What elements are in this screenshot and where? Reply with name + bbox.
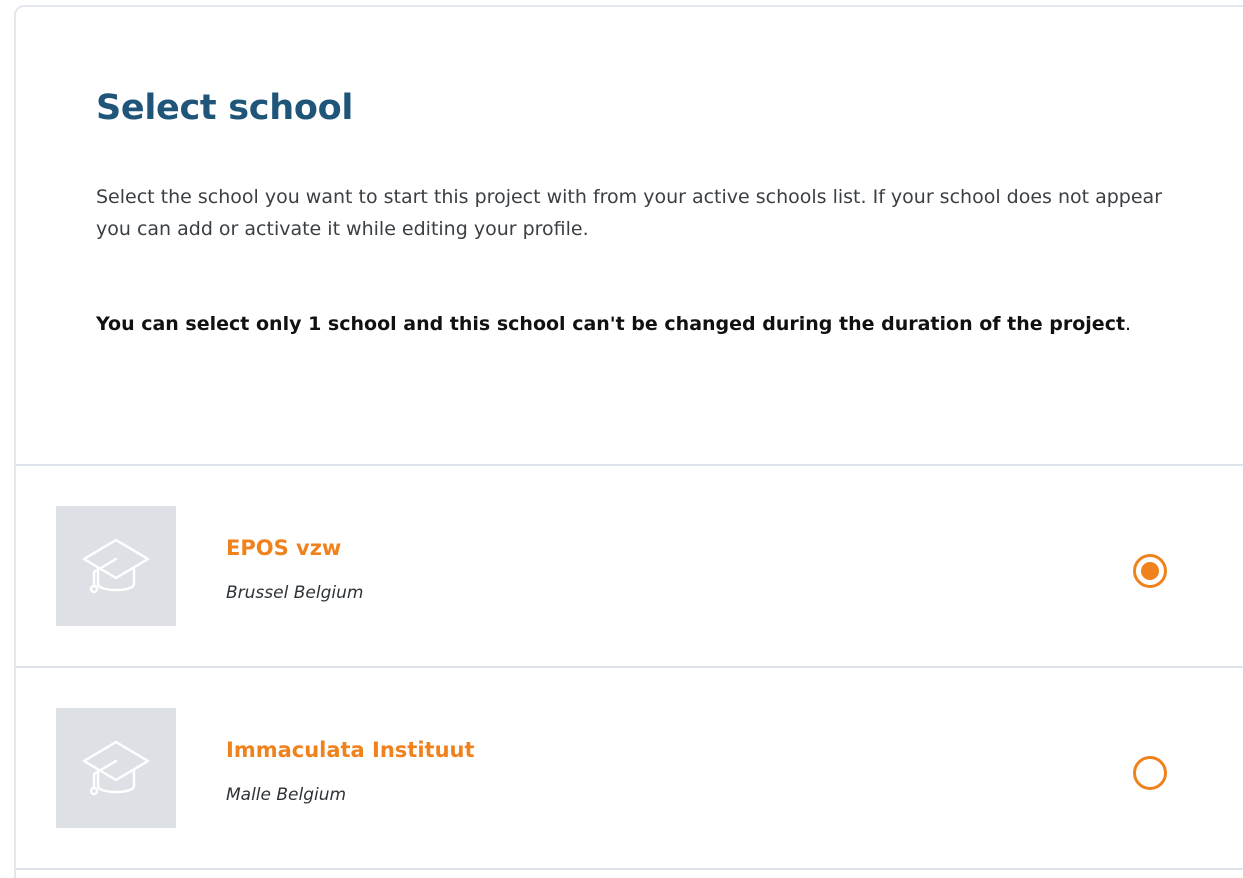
selection-notice-tail: . — [1125, 313, 1132, 335]
school-thumbnail — [56, 708, 176, 828]
page-title: Select school — [96, 88, 354, 128]
graduation-cap-icon — [82, 538, 150, 594]
page-description: Select the school you want to start this… — [96, 186, 1163, 240]
school-name: Immaculata Instituut — [226, 738, 475, 762]
school-radio-unselected[interactable] — [1133, 756, 1167, 790]
school-radio-selected[interactable] — [1133, 554, 1167, 588]
divider — [16, 868, 1243, 870]
school-option-epos[interactable]: EPOS vzw Brussel Belgium — [16, 466, 1243, 666]
school-thumbnail — [56, 506, 176, 626]
school-location: Malle Belgium — [226, 785, 347, 805]
select-school-panel: Select school Select the school you want… — [14, 5, 1243, 878]
graduation-cap-icon — [82, 740, 150, 796]
selection-notice-bold: You can select only 1 school and this sc… — [96, 313, 1126, 335]
selection-notice: You can select only 1 school and this sc… — [96, 308, 1166, 341]
school-location: Brussel Belgium — [226, 583, 364, 603]
school-option-immaculata[interactable]: Immaculata Instituut Malle Belgium — [16, 668, 1243, 868]
school-name: EPOS vzw — [226, 536, 342, 560]
